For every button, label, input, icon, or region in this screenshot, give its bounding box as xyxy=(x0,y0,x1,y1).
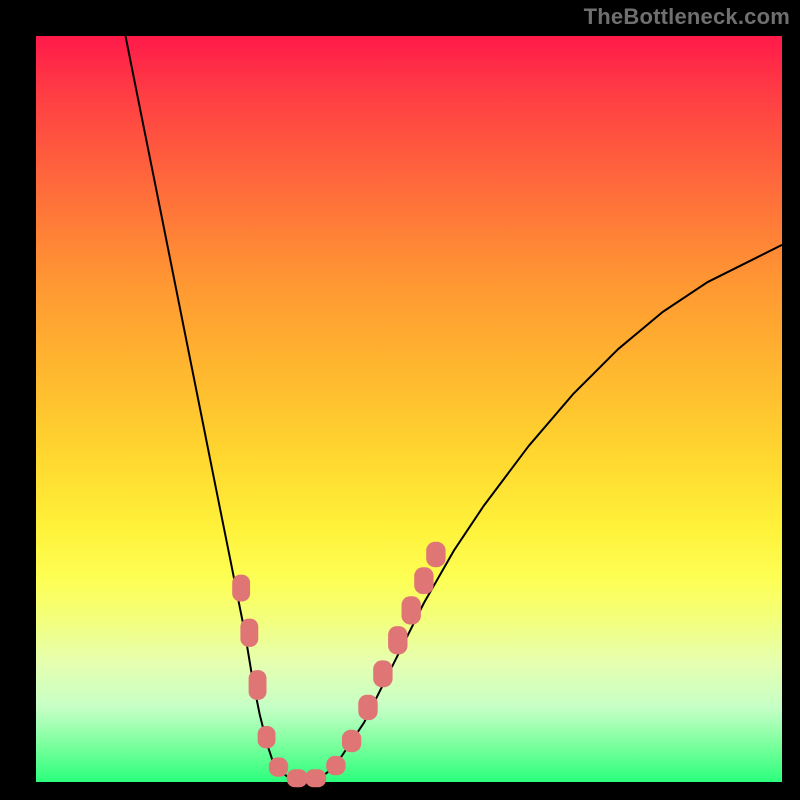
plot-area xyxy=(36,36,782,782)
scatter-point xyxy=(402,596,421,624)
scatter-layer xyxy=(232,542,445,787)
scatter-point xyxy=(240,619,258,647)
scatter-point xyxy=(373,660,392,687)
line-layer xyxy=(126,36,783,782)
scatter-point xyxy=(269,757,288,776)
scatter-point xyxy=(326,756,345,775)
scatter-point xyxy=(388,626,407,654)
scatter-point xyxy=(232,575,250,602)
scatter-point xyxy=(305,769,326,787)
scatter-point xyxy=(287,769,308,787)
scatter-point xyxy=(414,567,433,594)
chart-frame: TheBottleneck.com xyxy=(0,0,800,800)
bottleneck-curve xyxy=(126,36,783,782)
scatter-point xyxy=(426,542,445,567)
scatter-point xyxy=(258,726,276,748)
chart-svg xyxy=(36,36,782,782)
scatter-point xyxy=(249,670,267,700)
scatter-point xyxy=(342,730,361,752)
watermark-text: TheBottleneck.com xyxy=(584,4,790,30)
scatter-point xyxy=(358,695,377,720)
